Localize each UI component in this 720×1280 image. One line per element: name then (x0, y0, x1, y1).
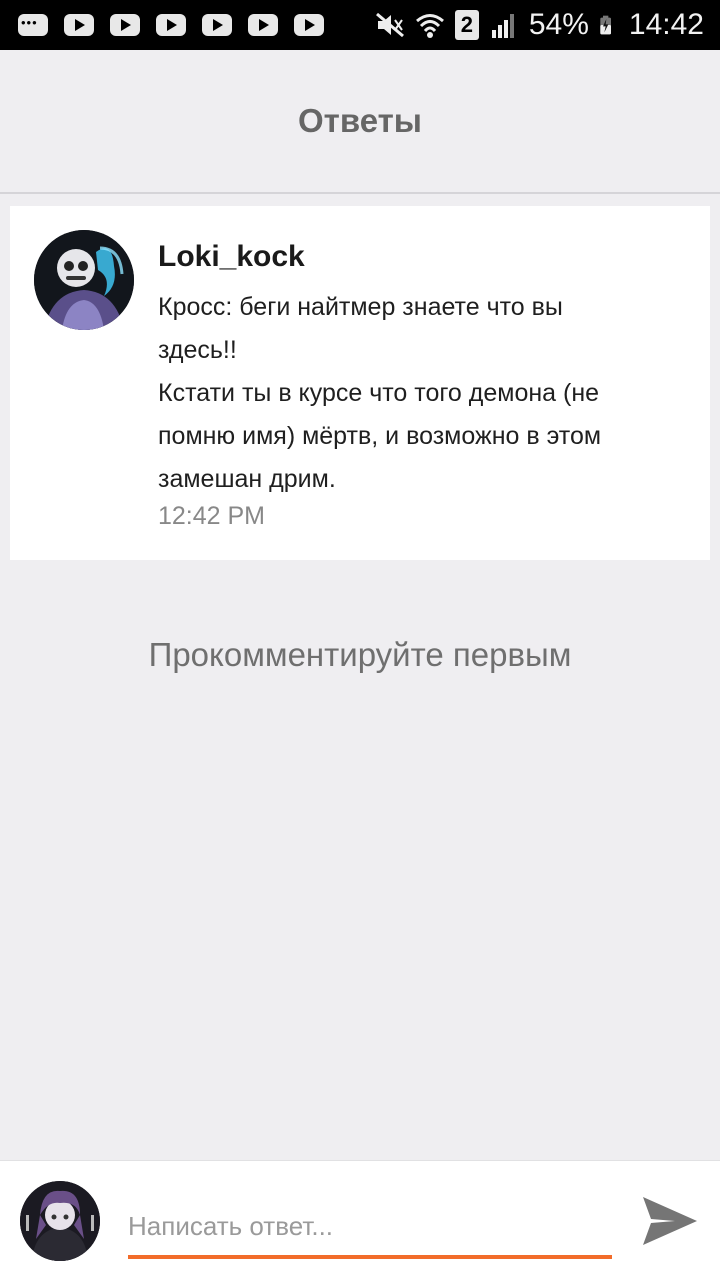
youtube-icon (156, 14, 186, 36)
battery-percent: 54% (528, 8, 589, 41)
wifi-icon (415, 14, 444, 38)
comment-line: Кросс: беги найтмер знаете что вы (158, 293, 563, 321)
battery-charging-icon (600, 15, 611, 35)
youtube-icon (64, 14, 94, 36)
comment-line: Кстати ты в курсе что того демона (не (158, 379, 600, 407)
status-bar: 2 54% 14:42 (0, 0, 720, 50)
empty-replies-message: Прокомментируйте первым (148, 636, 572, 673)
author-avatar[interactable] (34, 230, 134, 330)
comment-card[interactable]: Loki_kock Кросс: беги найтмер знаете что… (10, 206, 710, 560)
clock: 14:42 (628, 8, 704, 41)
sim-2-icon: 2 (454, 10, 479, 40)
system-icons: 2 54% 14:42 (375, 8, 704, 42)
send-icon (643, 1197, 697, 1245)
comment-timestamp: 12:42 PM (158, 502, 266, 530)
notification-icons (18, 14, 324, 36)
chat-bubble-icon (18, 14, 48, 36)
comment-line: помню имя) мёртв, и возможно в этом (158, 422, 602, 450)
reply-composer (0, 1160, 720, 1280)
youtube-icon (202, 14, 232, 36)
youtube-icon (248, 14, 278, 36)
send-button[interactable] (638, 1191, 700, 1253)
page-title: Ответы (298, 102, 422, 139)
current-user-avatar[interactable] (20, 1181, 100, 1261)
mute-icon (375, 12, 404, 38)
youtube-icon (294, 14, 324, 36)
reply-input[interactable] (128, 1197, 612, 1259)
comment-author[interactable]: Loki_kock (158, 240, 305, 274)
comment-text: Кросс: беги найтмер знаете что вы здесь!… (158, 286, 688, 501)
avatar-image (20, 1181, 100, 1261)
signal-icon (491, 14, 514, 38)
comment-line: здесь!! (158, 336, 237, 364)
avatar-image (34, 230, 134, 330)
youtube-icon (110, 14, 140, 36)
comment-line: замешан дрим. (158, 465, 336, 493)
app-header: Ответы (0, 50, 720, 194)
